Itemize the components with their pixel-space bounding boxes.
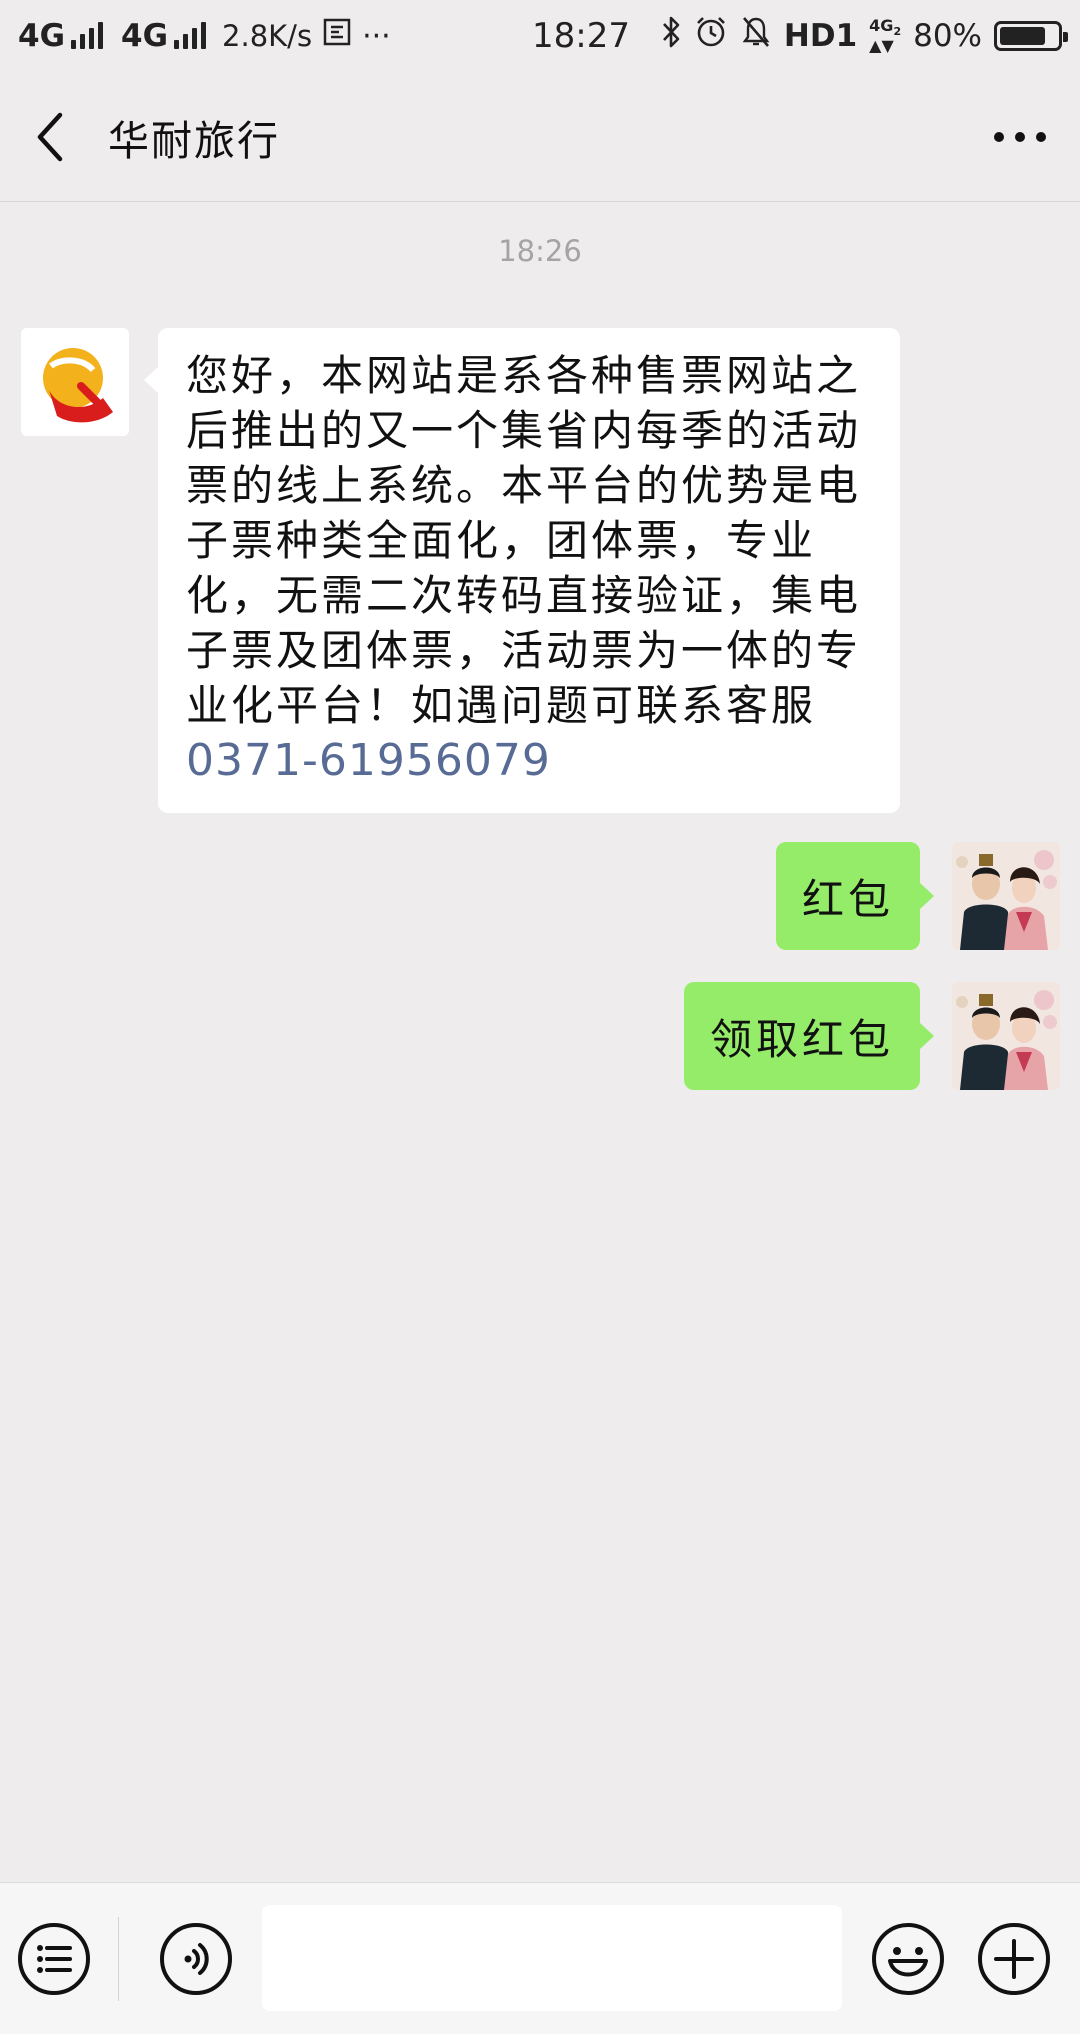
network-speed: 2.8K/s bbox=[222, 19, 313, 53]
alarm-icon bbox=[694, 15, 728, 57]
chat-header: 华耐旅行 bbox=[0, 72, 1080, 202]
hd-indicator: HD1 bbox=[783, 18, 858, 54]
bluetooth-icon bbox=[660, 15, 682, 57]
message-input[interactable] bbox=[262, 1905, 842, 2011]
brand-logo-icon bbox=[21, 328, 129, 436]
status-right: HD1 4G2 ▲▼ 80% bbox=[660, 15, 1068, 57]
battery-fill bbox=[1000, 27, 1045, 45]
emoji-icon bbox=[872, 1923, 944, 1995]
menu-list-icon bbox=[18, 1923, 90, 1995]
outgoing-message-bubble[interactable]: 红包 bbox=[775, 842, 935, 950]
status-left: 4G 4G 2.8K/s ··· bbox=[18, 17, 472, 55]
more-options-button[interactable] bbox=[960, 72, 1080, 201]
sender-avatar[interactable] bbox=[21, 328, 129, 436]
voice-button[interactable] bbox=[158, 1921, 234, 1997]
network-label-2: 4G bbox=[121, 18, 169, 54]
battery-percent: 80% bbox=[913, 18, 982, 54]
chat-area[interactable]: 18:26 您好，本网站是系各种售票网站之后推出的又一个集省内每季的活动票的线上… bbox=[0, 202, 1080, 1882]
menu-button[interactable] bbox=[16, 1921, 92, 1997]
network-indicator-2: 4G bbox=[121, 18, 207, 54]
mute-bell-icon bbox=[740, 15, 772, 57]
outgoing-message-bubble[interactable]: 领取红包 bbox=[683, 982, 935, 1090]
network-indicator-1: 4G bbox=[18, 18, 104, 54]
message-timestamp: 18:26 bbox=[498, 234, 582, 268]
emoji-button[interactable] bbox=[870, 1921, 946, 1997]
input-bar bbox=[0, 1882, 1080, 2034]
message-text: 领取红包 bbox=[709, 1014, 894, 1064]
incoming-message-bubble[interactable]: 您好，本网站是系各种售票网站之后推出的又一个集省内每季的活动票的线上系统。本平台… bbox=[144, 328, 900, 813]
status-bar: 4G 4G 2.8K/s ··· 18:27 HD1 4G2 ▲▼ 80% bbox=[0, 0, 1080, 72]
plus-icon bbox=[978, 1923, 1050, 1995]
phone-link[interactable]: 0371-61956079 bbox=[186, 733, 878, 789]
network-label-1: 4G bbox=[18, 18, 66, 54]
4g-signal-icon: 4G2 ▲▼ bbox=[869, 15, 902, 56]
voice-icon bbox=[160, 1923, 232, 1995]
signal-icon bbox=[174, 22, 207, 49]
more-notifications-icon: ··· bbox=[362, 18, 391, 54]
chat-title: 华耐旅行 bbox=[108, 116, 280, 165]
plus-button[interactable] bbox=[976, 1921, 1052, 1997]
user-avatar[interactable] bbox=[952, 982, 1060, 1090]
message-text: 红包 bbox=[801, 874, 894, 924]
user-avatar[interactable] bbox=[952, 842, 1060, 950]
couple-photo-icon bbox=[952, 842, 1060, 950]
message-text: 您好，本网站是系各种售票网站之后推出的又一个集省内每季的活动票的线上系统。本平台… bbox=[186, 351, 862, 730]
signal-icon bbox=[71, 22, 104, 49]
battery-icon bbox=[994, 21, 1068, 51]
screenshot-notification-icon bbox=[322, 17, 352, 55]
back-button[interactable] bbox=[0, 72, 100, 201]
more-dots-icon bbox=[994, 131, 1046, 142]
couple-photo-icon bbox=[952, 982, 1060, 1090]
chevron-left-icon bbox=[37, 112, 63, 161]
divider bbox=[118, 1917, 119, 2001]
clock: 18:27 bbox=[531, 16, 630, 56]
